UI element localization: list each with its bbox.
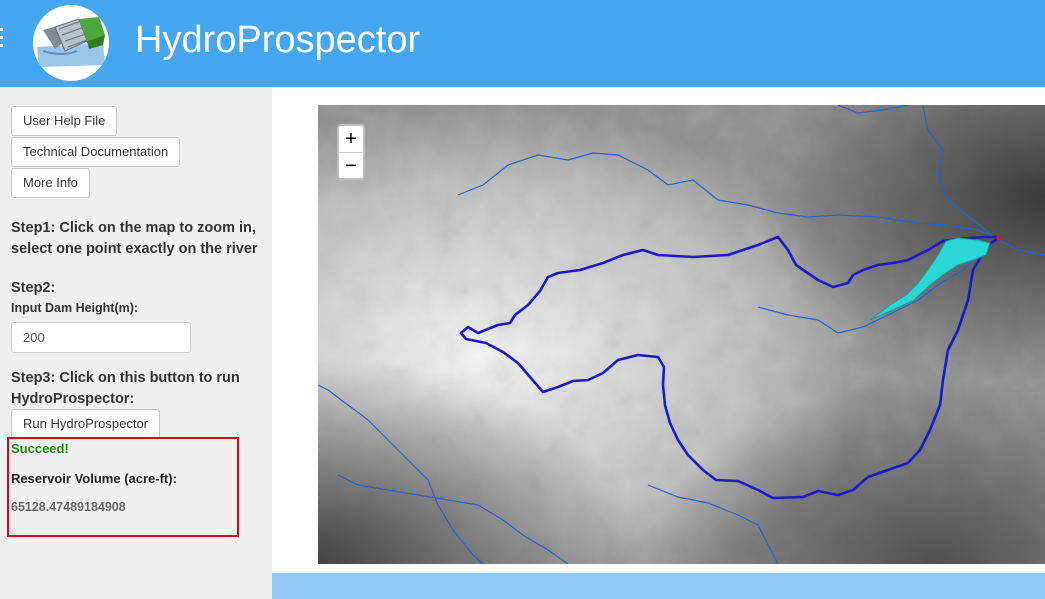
technical-documentation-button[interactable]: Technical Documentation [11,137,181,167]
run-hydroprospector-button[interactable]: Run HydroProspector [11,409,160,439]
zoom-in-button[interactable]: + [339,126,363,152]
user-help-file-button[interactable]: User Help File [11,106,118,136]
dam-logo-icon [33,5,109,81]
step2-heading: Step2: [11,280,56,296]
status-message: Succeed! [11,441,69,456]
zoom-out-button[interactable]: − [339,152,363,178]
more-info-button[interactable]: More Info [11,168,90,198]
dam-point-marker [996,235,1002,241]
map-canvas[interactable] [318,105,1045,564]
bottom-bar [272,573,1045,599]
app-header: HydroProspector [0,0,1045,87]
dam-height-input[interactable]: 200 [11,322,191,353]
reservoir-volume-label: Reservoir Volume (acre-ft): [11,471,177,486]
app-title: HydroProspector [135,19,421,61]
map-zoom-control: + − [337,124,365,180]
reservoir-volume-value: 65128.47489184908 [11,500,126,514]
dam-height-label: Input Dam Height(m): [11,301,139,315]
step3-instructions: Step3: Click on this button to run Hydro… [11,370,240,407]
hamburger-icon[interactable] [0,28,3,50]
step1-instructions: Step1: Click on the map to zoom in, sele… [11,220,258,257]
